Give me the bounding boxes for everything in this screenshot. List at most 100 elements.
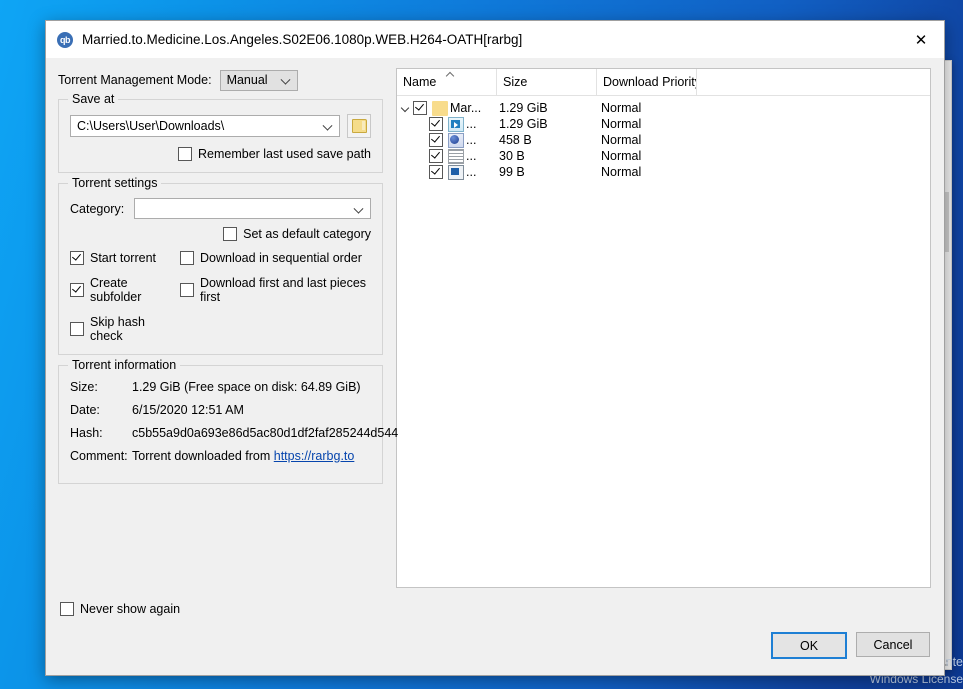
sequential-order-label: Download in sequential order	[200, 251, 362, 265]
row-name: ...	[466, 149, 499, 163]
comment-link[interactable]: https://rarbg.to	[274, 449, 355, 463]
chevron-down-icon	[324, 121, 332, 129]
image-file-icon	[446, 165, 466, 180]
table-row[interactable]: Mar... 1.29 GiB Normal	[397, 100, 930, 116]
table-row[interactable]: ... 30 B Normal	[397, 148, 930, 164]
row-priority[interactable]: Normal	[601, 101, 641, 115]
first-last-pieces-checkbox[interactable]: Download first and last pieces first	[180, 276, 371, 304]
torrent-information-group: Torrent information Size: 1.29 GiB (Free…	[58, 365, 383, 484]
row-priority[interactable]: Normal	[601, 165, 641, 179]
set-default-category-label: Set as default category	[243, 227, 371, 241]
start-torrent-checkbox[interactable]: Start torrent	[70, 251, 180, 265]
text-file-icon	[446, 149, 466, 164]
checkbox-box	[429, 165, 443, 179]
settings-column: Torrent Management Mode: Manual Save at …	[58, 68, 383, 598]
internet-shortcut-icon	[446, 133, 466, 148]
first-last-pieces-label: Download first and last pieces first	[200, 276, 371, 304]
tmm-dropdown[interactable]: Manual	[220, 70, 298, 91]
cancel-button[interactable]: Cancel	[856, 632, 930, 657]
checkbox-box	[429, 149, 443, 163]
never-show-again-checkbox[interactable]: Never show again	[60, 602, 180, 616]
set-default-category-checkbox[interactable]: Set as default category	[223, 227, 371, 241]
save-path-row: C:\Users\User\Downloads\	[70, 114, 371, 138]
chevron-down-icon	[282, 75, 290, 83]
info-row-hash: Hash: c5b55a9d0a693e86d5ac80d1df2faf2852…	[70, 426, 371, 440]
category-dropdown[interactable]	[134, 198, 371, 219]
file-table-body: Mar... 1.29 GiB Normal ... 1.29 GiB Norm…	[397, 96, 930, 180]
browse-folder-button[interactable]	[347, 114, 371, 138]
create-subfolder-checkbox[interactable]: Create subfolder	[70, 276, 180, 304]
grid-spacer	[180, 315, 371, 343]
torrent-settings-group: Torrent settings Category: Set as defaul…	[58, 183, 383, 355]
dialog-button-row: OK Cancel	[46, 632, 944, 675]
column-header-size[interactable]: Size	[497, 69, 597, 95]
skip-hash-check-checkbox[interactable]: Skip hash check	[70, 315, 180, 343]
comment-key: Comment:	[70, 449, 132, 463]
checkbox-box	[180, 251, 194, 265]
row-name: Mar...	[450, 101, 499, 115]
video-file-icon	[446, 117, 466, 132]
row-checkbox[interactable]	[429, 117, 446, 131]
checkbox-box	[429, 133, 443, 147]
row-name: ...	[466, 133, 499, 147]
row-checkbox[interactable]	[429, 149, 446, 163]
sequential-order-checkbox[interactable]: Download in sequential order	[180, 251, 371, 265]
date-key: Date:	[70, 403, 132, 417]
checkbox-box	[180, 283, 194, 297]
torrent-options-grid: Start torrent Download in sequential ord…	[70, 251, 371, 343]
row-checkbox[interactable]	[429, 133, 446, 147]
checkbox-box	[70, 322, 84, 336]
torrent-information-title: Torrent information	[68, 358, 180, 372]
row-name: ...	[466, 165, 499, 179]
checkbox-box	[413, 101, 427, 115]
qbittorrent-logo-icon: qb	[57, 32, 73, 48]
column-header-download-priority[interactable]: Download Priority	[597, 69, 697, 95]
hash-key: Hash:	[70, 426, 132, 440]
hash-value: c5b55a9d0a693e86d5ac80d1df2faf285244d544	[132, 426, 398, 440]
row-size: 1.29 GiB	[499, 117, 601, 131]
close-icon[interactable]: ✕	[898, 21, 944, 58]
file-tree-panel: Name Size Download Priority Mar... 1.29 …	[396, 68, 931, 588]
torrent-management-mode-row: Torrent Management Mode: Manual	[58, 68, 383, 92]
torrent-settings-title: Torrent settings	[68, 176, 161, 190]
dialog-titlebar[interactable]: qb Married.to.Medicine.Los.Angeles.S02E0…	[46, 21, 944, 58]
save-path-dropdown[interactable]: C:\Users\User\Downloads\	[70, 115, 340, 137]
row-priority[interactable]: Normal	[601, 133, 641, 147]
remember-path-row: Remember last used save path	[70, 147, 371, 161]
row-checkbox[interactable]	[413, 101, 430, 115]
ok-button[interactable]: OK	[771, 632, 847, 659]
folder-icon	[352, 119, 367, 133]
table-row[interactable]: ... 1.29 GiB Normal	[397, 116, 930, 132]
folder-icon	[430, 101, 450, 116]
checkbox-box	[223, 227, 237, 241]
save-at-title: Save at	[68, 92, 118, 106]
checkbox-box	[178, 147, 192, 161]
checkbox-box	[70, 283, 84, 297]
tmm-label: Torrent Management Mode:	[58, 73, 212, 87]
remember-save-path-checkbox[interactable]: Remember last used save path	[178, 147, 371, 161]
table-row[interactable]: ... 458 B Normal	[397, 132, 930, 148]
checkbox-box	[429, 117, 443, 131]
size-key: Size:	[70, 380, 132, 394]
start-torrent-label: Start torrent	[90, 251, 156, 265]
dialog-body: Torrent Management Mode: Manual Save at …	[46, 58, 944, 598]
info-row-comment: Comment: Torrent downloaded from https:/…	[70, 449, 371, 463]
comment-value: Torrent downloaded from https://rarbg.to	[132, 449, 354, 463]
row-name: ...	[466, 117, 499, 131]
never-show-again-row: Never show again	[46, 598, 944, 632]
set-default-category-row: Set as default category	[70, 227, 371, 241]
table-row[interactable]: ... 99 B Normal	[397, 164, 930, 180]
category-label: Category:	[70, 202, 124, 216]
checkbox-box	[70, 251, 84, 265]
expand-collapse-toggle[interactable]	[397, 105, 413, 112]
info-row-date: Date: 6/15/2020 12:51 AM	[70, 403, 371, 417]
row-priority[interactable]: Normal	[601, 149, 641, 163]
row-size: 30 B	[499, 149, 601, 163]
row-size: 1.29 GiB	[499, 101, 601, 115]
row-checkbox[interactable]	[429, 165, 446, 179]
row-size: 458 B	[499, 133, 601, 147]
row-size: 99 B	[499, 165, 601, 179]
row-priority[interactable]: Normal	[601, 117, 641, 131]
skip-hash-check-label: Skip hash check	[90, 315, 180, 343]
size-value: 1.29 GiB (Free space on disk: 64.89 GiB)	[132, 380, 361, 394]
